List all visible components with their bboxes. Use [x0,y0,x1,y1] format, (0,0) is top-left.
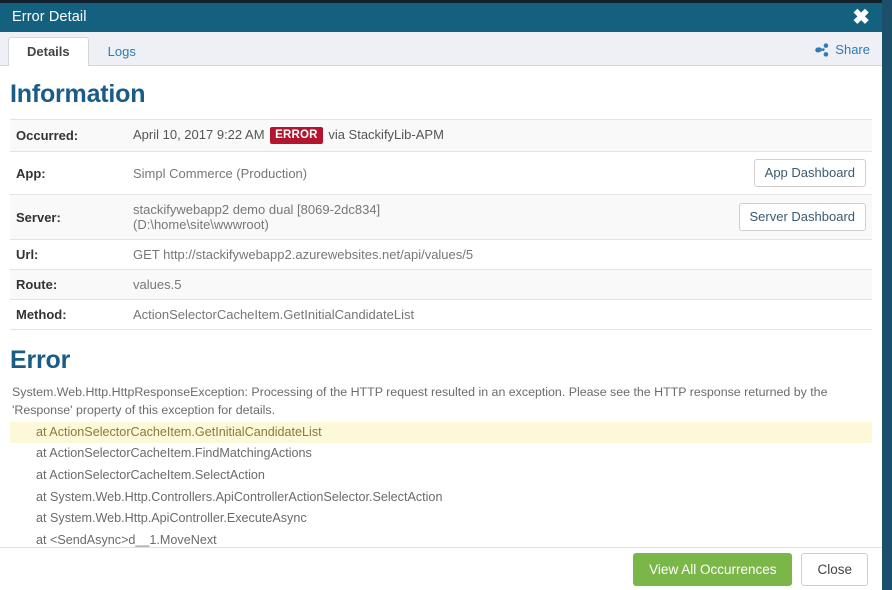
row-value-occurred: April 10, 2017 9:22 AM ERROR via Stackif… [127,120,872,152]
stack-frame: at ActionSelectorCacheItem.GetInitialCan… [10,421,872,444]
stack-frame: at ActionSelectorCacheItem.FindMatchingA… [36,446,312,461]
row-action-app: App Dashboard [500,152,873,195]
close-button[interactable]: Close [801,552,868,586]
view-all-occurrences-button[interactable]: View All Occurrences [633,552,793,586]
row-label-url: Url: [16,247,39,262]
stack-frame: at System.Web.Http.ApiController.Execute… [36,511,307,526]
share-label: Share [835,42,870,57]
occurred-source: via StackifyLib-APM [328,127,444,142]
row-label-app: App: [16,165,46,181]
row-action-server: Server Dashboard [500,195,873,240]
table-row-route: Route: values.5 [10,269,872,300]
table-row-app: App: Simpl Commerce (Production) App Das… [10,151,873,195]
row-value-method: ActionSelectorCacheItem.GetInitialCandid… [133,307,415,322]
error-detail-modal: Error Detail ✖ Details Logs Share Inform… [0,3,882,590]
row-label-occurred: Occurred: [16,128,79,143]
error-heading: Error [10,346,71,374]
row-value-url: GET http://stackifywebapp2.azurewebsites… [133,247,474,262]
table-row-occurred: Occurred: April 10, 2017 9:22 AM ERROR v… [10,119,872,152]
tab-strip: Details Logs Share [0,32,882,66]
tab-details[interactable]: Details [8,37,89,66]
page-backdrop-right [882,0,892,590]
tab-logs[interactable]: Logs [89,37,155,66]
information-table: Occurred: April 10, 2017 9:22 AM ERROR v… [10,119,872,330]
table-row-url: Url: GET http://stackifywebapp2.azureweb… [10,239,872,270]
row-label-method: Method: [16,307,67,322]
error-message: System.Web.Http.HttpResponseException: P… [12,385,828,417]
row-value-route: values.5 [133,277,182,292]
app-dashboard-button[interactable]: App Dashboard [753,159,866,187]
information-heading: Information [10,80,146,108]
status-badge: ERROR [270,127,323,144]
share-button[interactable]: Share [815,42,870,65]
server-dashboard-button[interactable]: Server Dashboard [738,203,866,231]
modal-titlebar: Error Detail ✖ [0,3,882,32]
row-value-app: Simpl Commerce (Production) [133,165,308,181]
stack-frame: at ActionSelectorCacheItem.SelectAction [36,468,265,482]
row-value-server: stackifywebapp2 demo dual [8069-2dc834] … [133,202,381,232]
stack-frame: at System.Web.Http.Controllers.ApiContro… [36,489,443,504]
modal-body: Information Occurred: April 10, 2017 9:2… [0,66,882,550]
modal-title: Error Detail [12,9,87,26]
error-stack-trace: at ActionSelectorCacheItem.GetInitialCan… [10,421,872,550]
row-label-server: Server: [16,209,61,225]
occurred-timestamp: April 10, 2017 9:22 AM [133,127,265,142]
close-icon[interactable]: ✖ [850,7,872,28]
table-row-server: Server: stackifywebapp2 demo dual [8069-… [10,194,873,240]
row-label-route: Route: [16,277,58,292]
modal-footer: View All Occurrences Close [0,547,882,590]
table-row-method: Method: ActionSelectorCacheItem.GetIniti… [10,299,872,330]
share-icon [815,42,829,57]
